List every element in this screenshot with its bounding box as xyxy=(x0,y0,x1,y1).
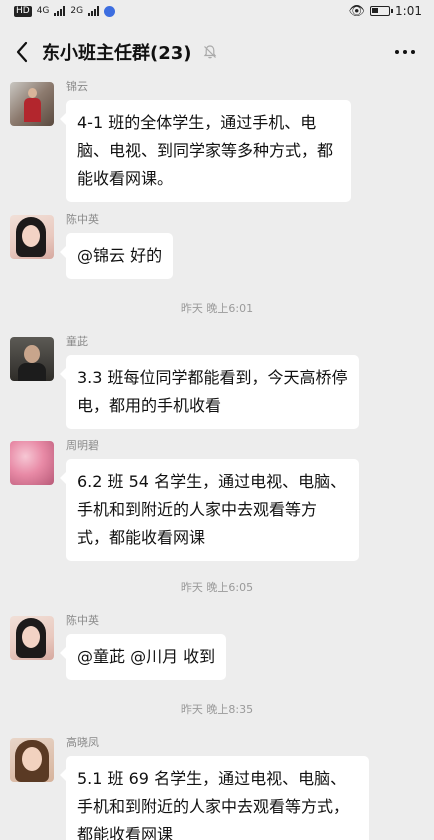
more-dot xyxy=(395,50,399,54)
bell-off-icon xyxy=(202,44,218,60)
sender-name: 陈中英 xyxy=(66,614,99,627)
eye-comfort-icon: 👁 xyxy=(348,3,366,19)
more-dot xyxy=(411,50,415,54)
hd-indicator: HD xyxy=(14,5,32,17)
back-button[interactable] xyxy=(10,35,34,69)
app-notification-icon xyxy=(104,5,116,17)
avatar[interactable] xyxy=(10,441,54,485)
battery-icon xyxy=(370,6,394,16)
message-bubble[interactable]: @童茈 @川月 收到 xyxy=(59,634,227,680)
signal-icon xyxy=(54,6,66,16)
status-time: 1:01 xyxy=(395,4,422,18)
message-body: 童茈 3.3 班每位同学都能看到，今天高桥停电，都用的手机收看 xyxy=(60,335,359,429)
avatar[interactable] xyxy=(10,337,54,381)
signal-icon-2 xyxy=(88,6,100,16)
message-item: 陈中英 @锦云 好的 xyxy=(10,213,174,279)
message-item: 高晓凤 5.1 班 69 名学生，通过电视、电脑、手机和到附近的人家中去观看等方… xyxy=(10,736,369,840)
sender-name: 锦云 xyxy=(66,80,88,93)
avatar[interactable] xyxy=(10,616,54,660)
chat-title: 东小班主任群(23) xyxy=(42,43,192,64)
sender-name: 高晓凤 xyxy=(66,736,99,749)
message-body: 锦云 4-1 班的全体学生，通过手机、电脑、电视、到同学家等多种方式，都能收看网… xyxy=(60,80,351,202)
message-list[interactable]: 锦云 4-1 班的全体学生，通过手机、电脑、电视、到同学家等多种方式，都能收看网… xyxy=(0,78,434,840)
status-right: 👁 1:01 xyxy=(349,4,422,19)
sender-name: 陈中英 xyxy=(66,213,99,226)
sender-name: 周明碧 xyxy=(66,439,99,452)
message-bubble[interactable]: 5.1 班 69 名学生，通过电视、电脑、手机和到附近的人家中去观看等方式，都能… xyxy=(60,756,369,840)
avatar[interactable] xyxy=(10,215,54,259)
message-bubble[interactable]: 4-1 班的全体学生，通过手机、电脑、电视、到同学家等多种方式，都能收看网课。 xyxy=(60,100,351,202)
status-bar: HD 4G 2G 👁 1:01 xyxy=(0,0,434,22)
message-item: 锦云 4-1 班的全体学生，通过手机、电脑、电视、到同学家等多种方式，都能收看网… xyxy=(10,80,351,202)
message-bubble[interactable]: @锦云 好的 xyxy=(59,233,174,279)
more-dot xyxy=(403,50,407,54)
network-type-1: 4G xyxy=(36,6,50,16)
status-left: HD 4G 2G xyxy=(14,5,116,17)
chat-header: 东小班主任群(23) xyxy=(0,26,434,78)
chevron-left-icon xyxy=(16,41,28,63)
message-item: 童茈 3.3 班每位同学都能看到，今天高桥停电，都用的手机收看 xyxy=(10,335,359,429)
message-item: 陈中英 @童茈 @川月 收到 xyxy=(10,614,227,680)
more-button[interactable] xyxy=(390,37,420,67)
avatar[interactable] xyxy=(10,738,54,782)
time-divider: 昨天 晚上6:01 xyxy=(180,302,254,315)
message-body: 陈中英 @童茈 @川月 收到 xyxy=(59,614,227,680)
message-bubble[interactable]: 3.3 班每位同学都能看到，今天高桥停电，都用的手机收看 xyxy=(60,355,359,429)
avatar[interactable] xyxy=(10,82,54,126)
message-item: 周明碧 6.2 班 54 名学生，通过电视、电脑、手机和到附近的人家中去观看等方… xyxy=(10,439,359,561)
message-body: 高晓凤 5.1 班 69 名学生，通过电视、电脑、手机和到附近的人家中去观看等方… xyxy=(60,736,369,840)
time-divider: 昨天 晚上8:35 xyxy=(180,703,254,716)
message-body: 陈中英 @锦云 好的 xyxy=(59,213,174,279)
network-type-2: 2G xyxy=(70,6,84,16)
sender-name: 童茈 xyxy=(66,335,88,348)
time-divider: 昨天 晚上6:05 xyxy=(180,581,254,594)
message-body: 周明碧 6.2 班 54 名学生，通过电视、电脑、手机和到附近的人家中去观看等方… xyxy=(60,439,359,561)
message-bubble[interactable]: 6.2 班 54 名学生，通过电视、电脑、手机和到附近的人家中去观看等方式，都能… xyxy=(60,459,359,561)
